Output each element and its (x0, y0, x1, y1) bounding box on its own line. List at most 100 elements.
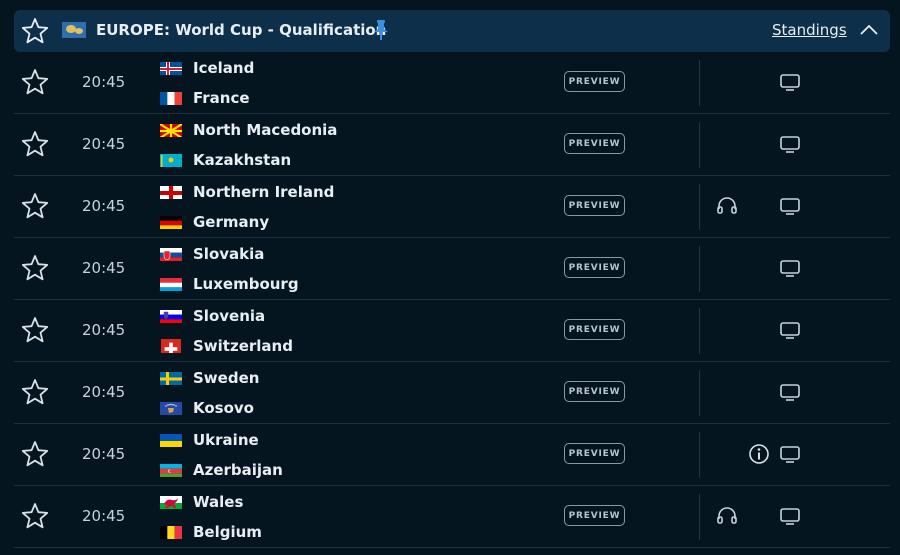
germany-flag-icon (160, 215, 182, 229)
home-team-name: Northern Ireland (193, 183, 335, 201)
star-icon[interactable] (20, 16, 50, 46)
tv-icon[interactable] (778, 320, 802, 340)
preview-button[interactable]: PREVIEW (564, 133, 625, 154)
pin-icon[interactable] (372, 18, 390, 42)
match-time: 20:45 (82, 507, 126, 525)
star-icon[interactable] (20, 439, 50, 469)
tv-icon[interactable] (778, 506, 802, 526)
tv-icon[interactable] (778, 258, 802, 278)
home-team: North Macedonia (160, 119, 337, 141)
league-title[interactable]: EUROPE: World Cup - Qualification (96, 21, 386, 39)
ukraine-flag-icon (160, 433, 182, 447)
column-divider (699, 122, 700, 168)
star-icon[interactable] (20, 129, 50, 159)
northern-ireland-flag-icon (160, 185, 182, 199)
home-team: Iceland (160, 57, 254, 79)
belgium-flag-icon (160, 525, 182, 539)
match-time: 20:45 (82, 445, 126, 463)
tv-icon[interactable] (778, 382, 802, 402)
match-time: 20:45 (82, 197, 126, 215)
home-team: Slovakia (160, 243, 264, 265)
column-divider (699, 246, 700, 292)
north-macedonia-flag-icon (160, 123, 182, 137)
tv-icon[interactable] (778, 196, 802, 216)
kosovo-flag-icon (160, 401, 182, 415)
match-row[interactable]: 20:45 North Macedonia Kazakhstan PREVIEW (14, 114, 890, 176)
match-row[interactable]: 20:45 Northern Ireland Germany PREVIEW (14, 176, 890, 238)
away-team-name: Switzerland (193, 337, 293, 355)
match-row[interactable]: 20:45 Wales Belgium PREVIEW (14, 486, 890, 548)
home-team-name: Wales (193, 493, 244, 511)
match-row[interactable]: 20:45 Slovakia Luxembourg PREVIEW (14, 238, 890, 300)
column-divider (699, 184, 700, 230)
away-team: Luxembourg (160, 273, 299, 295)
column-divider (699, 308, 700, 354)
preview-button[interactable]: PREVIEW (564, 195, 625, 216)
home-team-name: Ukraine (193, 431, 259, 449)
away-team-name: France (193, 89, 250, 107)
preview-button[interactable]: PREVIEW (564, 443, 625, 464)
star-icon[interactable] (20, 191, 50, 221)
home-team-name: Slovakia (193, 245, 265, 263)
away-team-name: Kazakhstan (193, 151, 292, 169)
away-team-name: Kosovo (193, 399, 254, 417)
slovenia-flag-icon (160, 309, 182, 323)
world-flag-icon (62, 22, 86, 38)
match-time: 20:45 (82, 73, 126, 91)
league-header: EUROPE: World Cup - Qualification Standi… (14, 10, 890, 52)
headphones-icon[interactable] (716, 506, 738, 526)
home-team-name: Sweden (193, 369, 260, 387)
away-team-name: Luxembourg (193, 275, 299, 293)
star-icon[interactable] (20, 501, 50, 531)
star-icon[interactable] (20, 67, 50, 97)
wales-flag-icon (160, 495, 182, 509)
away-team: Switzerland (160, 335, 293, 357)
preview-button[interactable]: PREVIEW (564, 257, 625, 278)
home-team: Slovenia (160, 305, 265, 327)
standings-link[interactable]: Standings (772, 21, 847, 39)
match-time: 20:45 (82, 321, 126, 339)
away-team: France (160, 87, 250, 109)
home-team: Northern Ireland (160, 181, 334, 203)
tv-icon[interactable] (778, 444, 802, 464)
home-team-name: Slovenia (193, 307, 266, 325)
away-team-name: Azerbaijan (193, 461, 283, 479)
preview-button[interactable]: PREVIEW (564, 381, 625, 402)
azerbaijan-flag-icon (160, 463, 182, 477)
match-time: 20:45 (82, 135, 126, 153)
sweden-flag-icon (160, 371, 182, 385)
preview-button[interactable]: PREVIEW (564, 505, 625, 526)
match-time: 20:45 (82, 259, 126, 277)
kazakhstan-flag-icon (160, 153, 182, 167)
away-team-name: Belgium (193, 523, 262, 541)
star-icon[interactable] (20, 315, 50, 345)
match-row[interactable]: 20:45 Ukraine Azerbaijan PREVIEW (14, 424, 890, 486)
column-divider (699, 60, 700, 106)
chevron-up-icon[interactable] (859, 22, 879, 38)
away-team: Belgium (160, 521, 262, 543)
column-divider (699, 494, 700, 540)
match-list: 20:45 Iceland France PREVIEW 20:45 North Mace… (14, 52, 890, 548)
home-team: Sweden (160, 367, 259, 389)
tv-icon[interactable] (778, 72, 802, 92)
away-team: Kosovo (160, 397, 254, 419)
away-team: Kazakhstan (160, 149, 291, 171)
home-team: Wales (160, 491, 243, 513)
preview-button[interactable]: PREVIEW (564, 319, 625, 340)
away-team: Germany (160, 211, 269, 233)
away-team: Azerbaijan (160, 459, 283, 481)
info-icon[interactable] (748, 443, 770, 465)
headphones-icon[interactable] (716, 196, 738, 216)
column-divider (699, 370, 700, 416)
column-divider (699, 432, 700, 478)
preview-button[interactable]: PREVIEW (564, 71, 625, 92)
tv-icon[interactable] (778, 134, 802, 154)
home-team-name: Iceland (193, 59, 255, 77)
home-team-name: North Macedonia (193, 121, 338, 139)
match-row[interactable]: 20:45 Iceland France PREVIEW (14, 52, 890, 114)
match-row[interactable]: 20:45 Sweden Kosovo PREVIEW (14, 362, 890, 424)
star-icon[interactable] (20, 377, 50, 407)
france-flag-icon (160, 91, 182, 105)
match-row[interactable]: 20:45 Slovenia Switzerland PREVIEW (14, 300, 890, 362)
star-icon[interactable] (20, 253, 50, 283)
